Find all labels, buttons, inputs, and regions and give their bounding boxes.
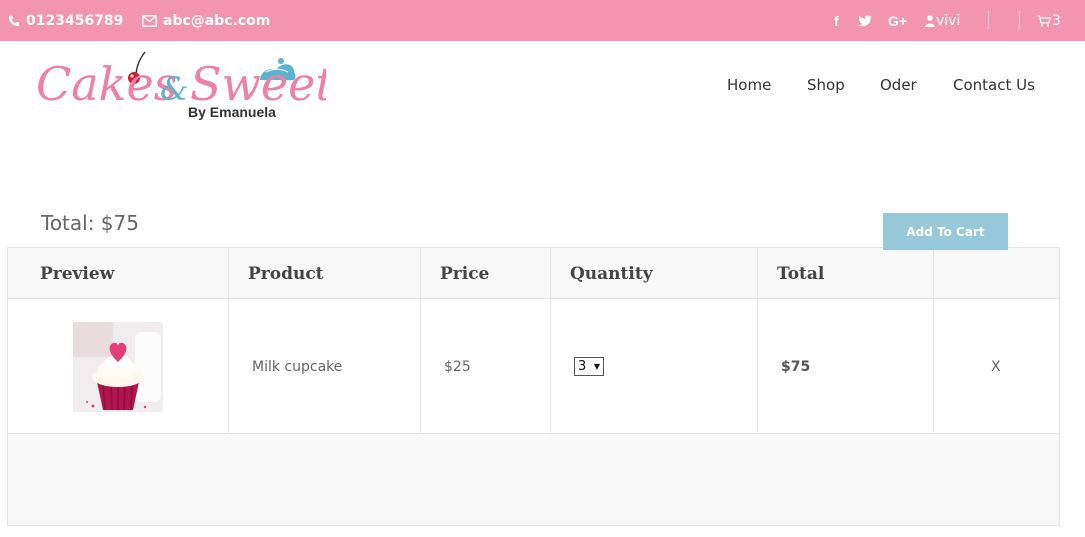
- envelope-icon: [142, 14, 157, 27]
- logo-title-cakes: Cakes: [36, 57, 177, 111]
- column-header-product: Product: [248, 263, 324, 284]
- chevron-down-icon: ▼: [593, 362, 600, 371]
- email-address: abc@abc.com: [163, 12, 271, 29]
- quantity-select[interactable]: 3 ▼: [574, 357, 604, 376]
- nav-shop[interactable]: Shop: [807, 76, 845, 94]
- column-divider: [420, 248, 421, 433]
- quantity-cell: 3 ▼: [574, 299, 604, 434]
- google-plus-icon[interactable]: G+: [888, 0, 907, 41]
- cart-icon: [1037, 14, 1051, 27]
- facebook-icon[interactable]: f: [834, 0, 839, 41]
- table-row: [8, 299, 1059, 434]
- column-header-total: Total: [777, 263, 825, 284]
- top-bar: 0123456789 abc@abc.com f G+ vivi 3: [0, 0, 1085, 41]
- divider: [988, 11, 989, 29]
- user-name: vivi: [936, 12, 961, 29]
- cart-summary: [8, 434, 1059, 525]
- logo-ampersand: &: [160, 70, 188, 108]
- site-logo[interactable]: Cakes & Sweets By Emanuela: [36, 50, 357, 122]
- twitter-icon[interactable]: [858, 0, 872, 41]
- add-to-cart-button[interactable]: Add To Cart: [883, 213, 1008, 250]
- product-preview[interactable]: [73, 299, 163, 434]
- cart-count: 3: [1052, 12, 1061, 29]
- cart-grand-total: Total: $75: [41, 211, 139, 235]
- column-divider: [757, 248, 758, 433]
- cupcake-image: [73, 321, 163, 412]
- cart-table-header: [8, 248, 1059, 299]
- row-total: $75: [781, 358, 811, 375]
- logo-title-sweets: Sweets: [190, 57, 326, 111]
- quantity-value: 3: [578, 359, 587, 374]
- column-divider: [933, 248, 934, 433]
- phone-number: 0123456789: [26, 12, 124, 29]
- phone-contact[interactable]: 0123456789: [8, 0, 123, 41]
- remove-item-button[interactable]: X: [991, 299, 1001, 434]
- cart-link[interactable]: 3: [1037, 0, 1061, 41]
- column-divider: [550, 248, 551, 433]
- logo-byline: By Emanuela: [188, 104, 276, 120]
- phone-icon: [8, 15, 20, 27]
- nav-home[interactable]: Home: [727, 76, 771, 94]
- product-price: $25: [444, 358, 471, 375]
- nav-contact-us[interactable]: Contact Us: [953, 76, 1035, 94]
- column-header-price: Price: [440, 263, 490, 284]
- email-contact[interactable]: abc@abc.com: [142, 0, 270, 41]
- product-name[interactable]: Milk cupcake: [252, 299, 342, 434]
- column-header-quantity: Quantity: [570, 263, 653, 284]
- column-header-preview: Preview: [40, 263, 115, 284]
- user-account[interactable]: vivi: [925, 0, 960, 41]
- cart-table: Preview Product Price Quantity Total Mil…: [7, 247, 1060, 526]
- nav-order[interactable]: Oder: [880, 76, 917, 94]
- user-icon: [925, 14, 935, 27]
- divider: [1019, 11, 1020, 29]
- column-divider: [228, 248, 229, 433]
